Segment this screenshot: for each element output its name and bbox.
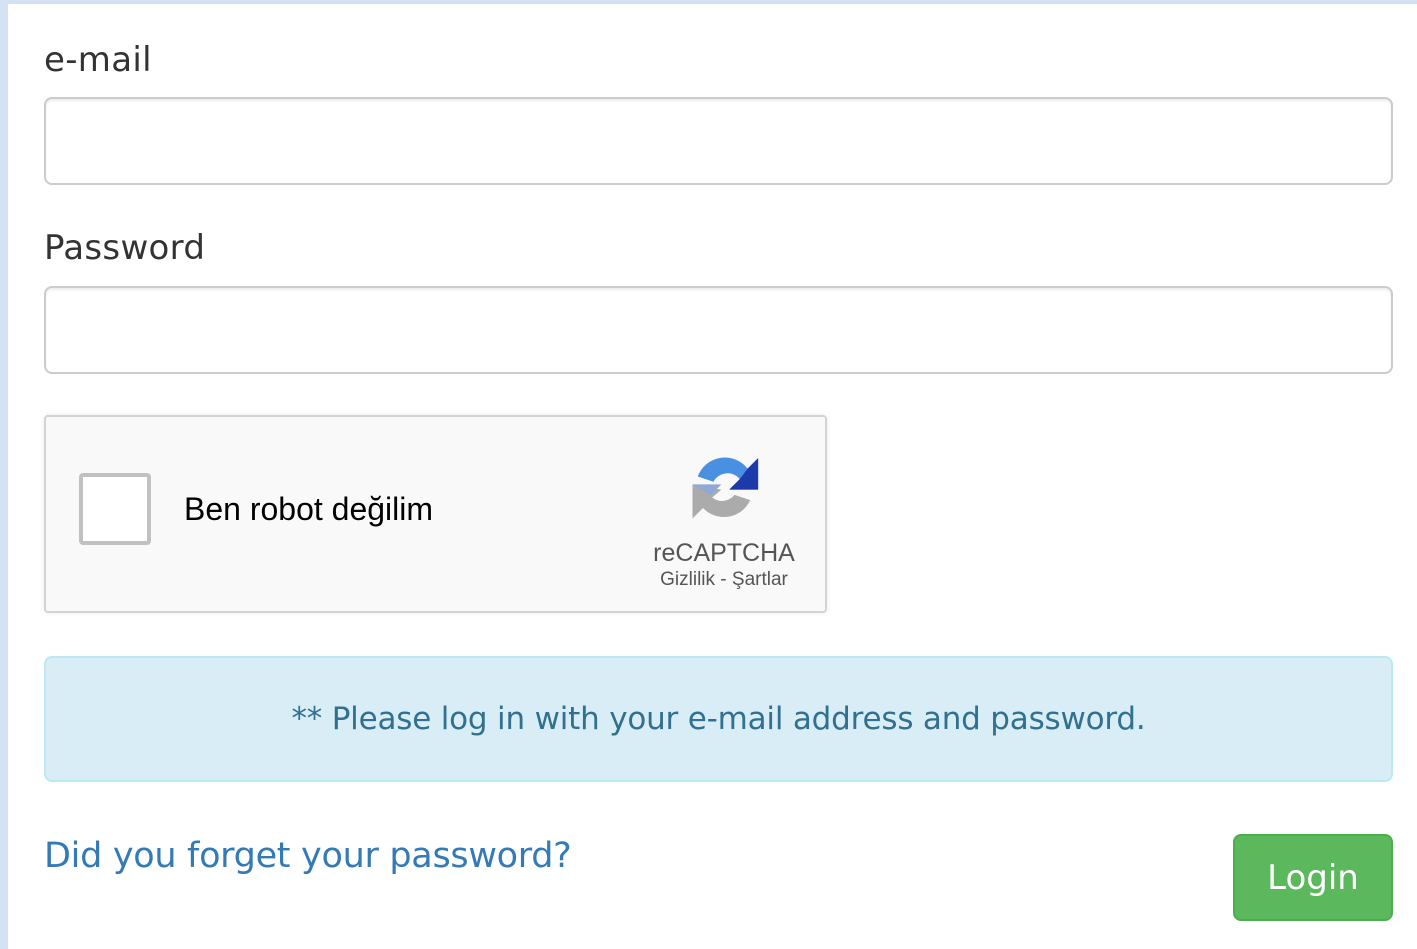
login-button[interactable]: Login: [1233, 834, 1393, 921]
forgot-password-link[interactable]: Did you forget your password?: [44, 836, 572, 876]
recaptcha-terms-link[interactable]: Şartlar: [732, 569, 788, 590]
recaptcha-checkbox[interactable]: [79, 473, 151, 545]
window-left-edge: [0, 0, 8, 949]
recaptcha-logo-icon: [692, 457, 759, 519]
info-alert: ** Please log in with your e-mail addres…: [44, 656, 1393, 782]
email-field[interactable]: [44, 97, 1393, 185]
password-field[interactable]: [44, 286, 1393, 374]
password-label: Password: [44, 228, 206, 268]
recaptcha-privacy-link[interactable]: Gizlilik: [660, 569, 715, 590]
email-label: e-mail: [44, 40, 152, 80]
window-top-edge: [0, 0, 1417, 4]
recaptcha-brand-text: reCAPTCHA: [653, 539, 795, 567]
recaptcha-widget: Ben robot değilim reCAPTCHA Gizlilik - Ş…: [44, 415, 827, 613]
recaptcha-links: Gizlilik - Şartlar: [636, 569, 812, 591]
recaptcha-label: Ben robot değilim: [184, 491, 434, 527]
info-alert-message: ** Please log in with your e-mail addres…: [291, 701, 1146, 737]
recaptcha-link-separator: -: [715, 569, 732, 590]
